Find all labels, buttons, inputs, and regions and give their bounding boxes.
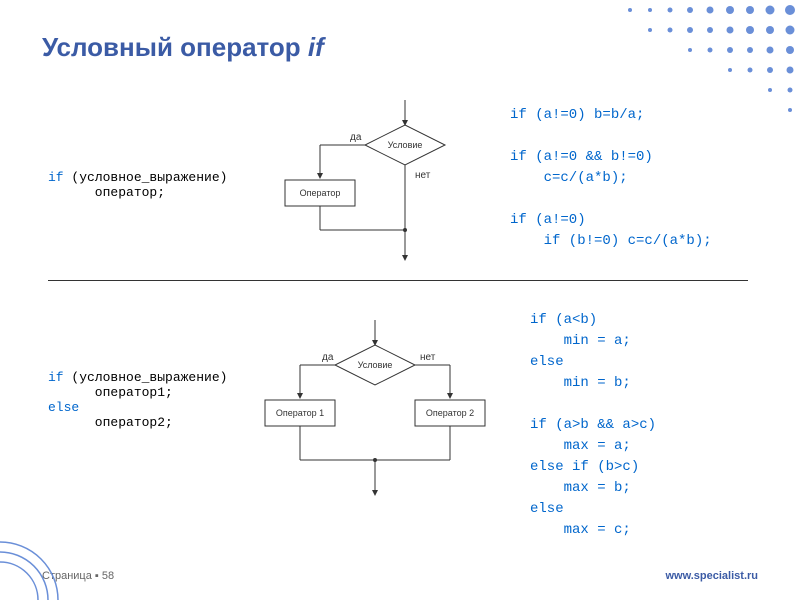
syntax-if-simple: if (условное_выражение) оператор; xyxy=(48,170,227,200)
flowchart-if-else: Условие да Оператор 1 нет Оператор 2 xyxy=(250,320,500,510)
flow-operator1-label: Оператор 1 xyxy=(276,408,324,418)
flow-yes-label: да xyxy=(350,132,362,143)
footer-url: www.specialist.ru xyxy=(665,570,758,582)
section-divider xyxy=(48,280,748,281)
page-number: Страница ▪ 58 xyxy=(42,570,114,582)
code-example-top: if (a!=0) b=b/a; if (a!=0 && b!=0) c=c/(… xyxy=(510,105,712,252)
flow-condition-label: Условие xyxy=(388,140,423,150)
syntax-if-else: if (условное_выражение) оператор1; else … xyxy=(48,370,227,430)
flow-operator-label: Оператор xyxy=(300,188,341,198)
flow-yes-label-2: да xyxy=(322,352,334,363)
flow-no-label: нет xyxy=(415,170,431,181)
slide-title: Условный оператор if xyxy=(42,32,324,63)
title-text: Условный оператор xyxy=(42,32,308,62)
flow-operator2-label: Оператор 2 xyxy=(426,408,474,418)
flow-no-label-2: нет xyxy=(420,352,436,363)
flow-condition-label-2: Условие xyxy=(358,360,393,370)
title-keyword: if xyxy=(308,32,324,62)
code-example-bottom: if (a<b) min = a; else min = b; if (a>b … xyxy=(530,310,656,541)
flowchart-if-simple: Условие да Оператор нет xyxy=(270,100,480,270)
